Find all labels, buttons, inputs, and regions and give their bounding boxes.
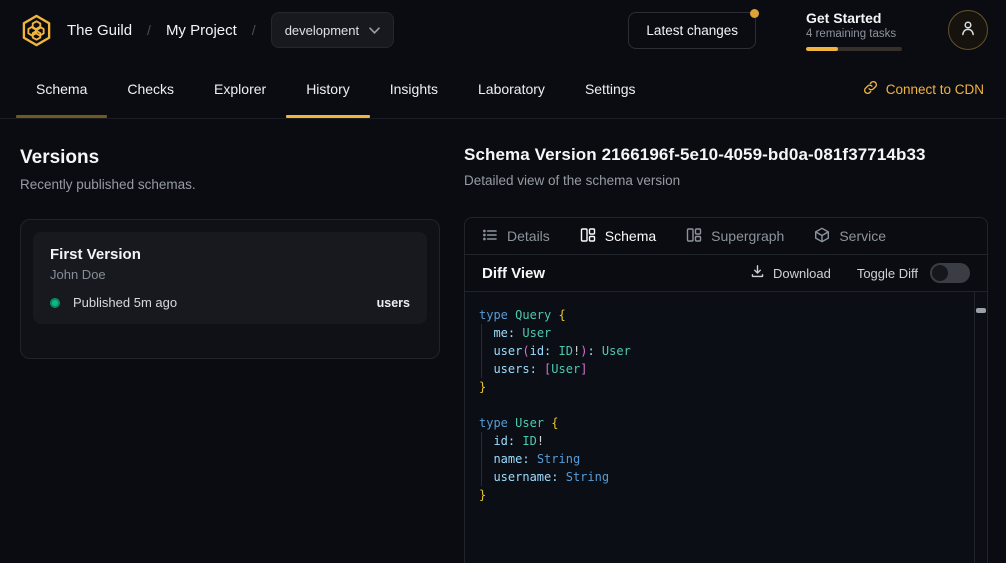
nav-tab-checks[interactable]: Checks bbox=[107, 60, 194, 118]
version-list-item[interactable]: First Version John Doe Published 5m ago … bbox=[33, 232, 427, 324]
code-line bbox=[479, 396, 987, 414]
nav-tab-settings[interactable]: Settings bbox=[565, 60, 656, 118]
version-service-badge: users bbox=[377, 296, 410, 310]
version-detail-panel: Details Schema Sup bbox=[464, 217, 988, 563]
get-started-title: Get Started bbox=[806, 10, 902, 26]
get-started-subtitle: 4 remaining tasks bbox=[806, 28, 902, 40]
notification-dot bbox=[750, 9, 759, 18]
nav-tab-laboratory[interactable]: Laboratory bbox=[458, 60, 565, 118]
columns-icon bbox=[580, 227, 596, 246]
code-line: username: String bbox=[479, 468, 987, 486]
nav-tab-schema[interactable]: Schema bbox=[16, 60, 107, 118]
version-detail-column: Schema Version 2166196f-5e10-4059-bd0a-0… bbox=[464, 143, 988, 563]
toggle-diff-switch[interactable] bbox=[930, 263, 970, 283]
detail-tabs: Details Schema Sup bbox=[465, 218, 987, 255]
version-author: John Doe bbox=[50, 267, 410, 282]
breadcrumb-separator: / bbox=[252, 22, 256, 38]
diff-view-title: Diff View bbox=[482, 265, 545, 282]
nav-tab-explorer[interactable]: Explorer bbox=[194, 60, 286, 118]
published-status-dot bbox=[50, 298, 60, 308]
schema-code-viewer[interactable]: type Query { me: User user(id: ID!): Use… bbox=[465, 292, 987, 563]
code-line: user(id: ID!): User bbox=[479, 342, 987, 360]
app-header: The Guild / My Project / development Lat… bbox=[0, 0, 1006, 60]
schema-version-subtitle: Detailed view of the schema version bbox=[464, 173, 988, 188]
tab-service[interactable]: Service bbox=[814, 227, 886, 246]
code-content: type Query { me: User user(id: ID!): Use… bbox=[465, 292, 987, 504]
toggle-diff-label: Toggle Diff bbox=[857, 266, 918, 281]
versions-column: Versions Recently published schemas. Fir… bbox=[20, 143, 440, 563]
download-icon bbox=[750, 264, 765, 282]
nav-tab-insights[interactable]: Insights bbox=[370, 60, 458, 118]
hive-logo-icon[interactable] bbox=[20, 14, 53, 47]
toggle-knob bbox=[932, 265, 948, 281]
list-icon bbox=[482, 227, 498, 246]
code-line: me: User bbox=[479, 324, 987, 342]
get-started-widget[interactable]: Get Started 4 remaining tasks bbox=[806, 10, 902, 51]
project-nav: Schema Checks Explorer History Insights … bbox=[0, 60, 1006, 119]
target-selector[interactable]: development bbox=[271, 12, 394, 48]
versions-subtitle: Recently published schemas. bbox=[20, 177, 440, 192]
tab-supergraph[interactable]: Supergraph bbox=[686, 227, 784, 246]
latest-changes-button[interactable]: Latest changes bbox=[628, 12, 756, 49]
breadcrumb-project[interactable]: My Project bbox=[166, 22, 237, 39]
main-content: Versions Recently published schemas. Fir… bbox=[0, 119, 1006, 563]
diff-header: Diff View Download Toggle Diff bbox=[465, 255, 987, 292]
code-line: id: ID! bbox=[479, 432, 987, 450]
target-selector-value: development bbox=[285, 23, 359, 38]
code-line: } bbox=[479, 378, 987, 396]
schema-version-title: Schema Version 2166196f-5e10-4059-bd0a-0… bbox=[464, 145, 988, 165]
download-button[interactable]: Download bbox=[750, 264, 831, 282]
link-icon bbox=[863, 80, 878, 98]
indent-guide bbox=[481, 324, 482, 378]
versions-list: First Version John Doe Published 5m ago … bbox=[20, 219, 440, 359]
get-started-progress-fill bbox=[806, 47, 838, 51]
chevron-down-icon bbox=[369, 21, 380, 39]
code-line: users: [User] bbox=[479, 360, 987, 378]
tab-schema[interactable]: Schema bbox=[580, 227, 656, 246]
tab-details[interactable]: Details bbox=[482, 227, 550, 246]
code-line: } bbox=[479, 486, 987, 504]
nav-tab-history[interactable]: History bbox=[286, 60, 370, 118]
code-line: type User { bbox=[479, 414, 987, 432]
user-avatar[interactable] bbox=[948, 10, 988, 50]
cube-icon bbox=[814, 227, 830, 246]
version-status: Published 5m ago bbox=[73, 295, 177, 310]
indent-guide bbox=[481, 432, 482, 486]
connect-to-cdn-link[interactable]: Connect to CDN bbox=[859, 60, 988, 118]
breadcrumb-org[interactable]: The Guild bbox=[67, 22, 132, 39]
version-name: First Version bbox=[50, 246, 410, 263]
code-scrollbar[interactable] bbox=[974, 292, 987, 563]
breadcrumb-separator: / bbox=[147, 22, 151, 38]
person-icon bbox=[959, 19, 977, 42]
latest-changes-label: Latest changes bbox=[646, 23, 738, 38]
columns-icon bbox=[686, 227, 702, 246]
code-line: type Query { bbox=[479, 306, 987, 324]
code-line: name: String bbox=[479, 450, 987, 468]
code-scrollbar-thumb[interactable] bbox=[976, 308, 986, 313]
versions-title: Versions bbox=[20, 147, 440, 169]
breadcrumb: The Guild / My Project / bbox=[67, 22, 271, 39]
get-started-progressbar bbox=[806, 47, 902, 51]
